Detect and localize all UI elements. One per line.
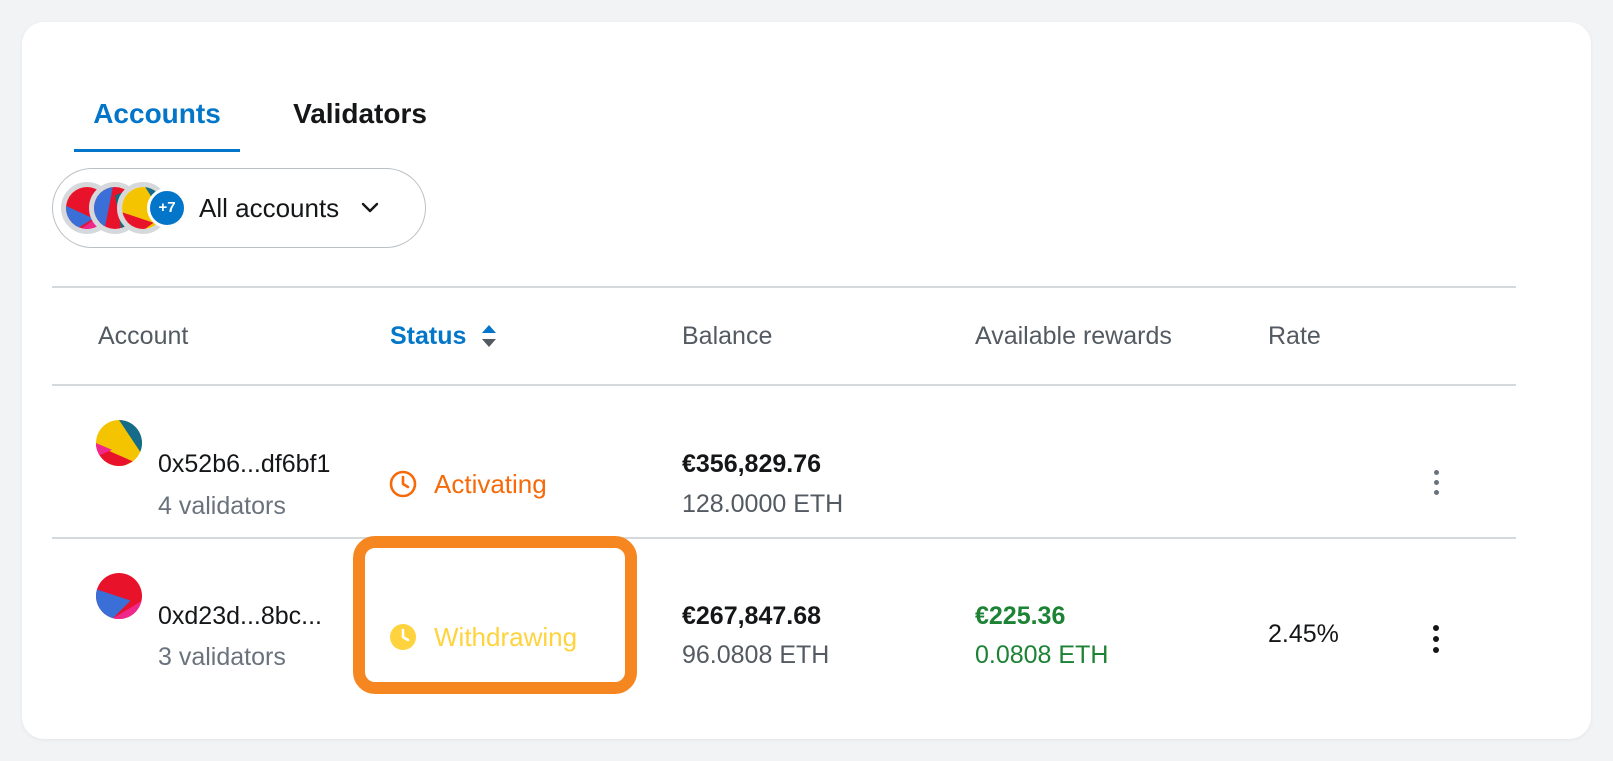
column-header-rate: Rate (1268, 322, 1321, 350)
kebab-menu-icon[interactable] (1422, 617, 1450, 661)
status-label: Activating (434, 469, 547, 499)
column-header-balance: Balance (682, 322, 773, 350)
table-top-divider (52, 286, 1516, 288)
sort-icon (482, 325, 497, 347)
rewards-eth: 0.0808 ETH (975, 641, 1109, 669)
column-header-status[interactable]: Status (390, 319, 498, 353)
balance-eth: 96.0808 ETH (682, 641, 830, 669)
status-badge: Withdrawing (388, 620, 577, 654)
table-row[interactable]: 0xd23d...8bc... 3 validators Withdrawing… (22, 539, 1591, 729)
account-address: 0xd23d...8bc... (158, 602, 323, 630)
staking-card: Accounts Validators +7 All accounts Acco… (22, 22, 1591, 739)
status-badge: Activating (388, 467, 547, 501)
balance-eth: 128.0000 ETH (682, 490, 844, 518)
tab-accounts-label: Accounts (93, 98, 221, 129)
clock-filled-icon (390, 624, 416, 650)
rewards-fiat: €225.36 (975, 602, 1066, 630)
table-row[interactable]: 0x52b6...df6bf1 4 validators Activating … (22, 386, 1591, 536)
kebab-menu-icon[interactable] (1422, 460, 1450, 504)
tab-validators[interactable]: Validators (280, 70, 440, 152)
avatar (96, 420, 142, 466)
account-avatar-stack: +7 (53, 168, 193, 248)
tab-validators-label: Validators (293, 98, 427, 129)
account-selector[interactable]: +7 All accounts (52, 168, 426, 248)
tab-accounts[interactable]: Accounts (74, 70, 240, 152)
account-selector-label: All accounts (199, 192, 340, 223)
column-header-status-label: Status (390, 322, 467, 350)
avatar (96, 573, 142, 619)
rate-value: 2.45% (1268, 620, 1339, 648)
active-tab-indicator (74, 149, 240, 152)
account-address: 0x52b6...df6bf1 (158, 450, 331, 478)
balance-fiat: €356,829.76 (682, 450, 822, 478)
more-accounts-badge: +7 (147, 188, 187, 228)
tab-bar: Accounts Validators (74, 70, 494, 152)
balance-fiat: €267,847.68 (682, 602, 822, 630)
column-header-account: Account (98, 322, 189, 350)
column-header-rewards: Available rewards (975, 322, 1172, 350)
chevron-down-icon (361, 202, 379, 213)
validator-count: 4 validators (158, 492, 286, 520)
clock-outline-icon (389, 470, 417, 498)
status-label: Withdrawing (434, 622, 578, 652)
validator-count: 3 validators (158, 643, 286, 671)
